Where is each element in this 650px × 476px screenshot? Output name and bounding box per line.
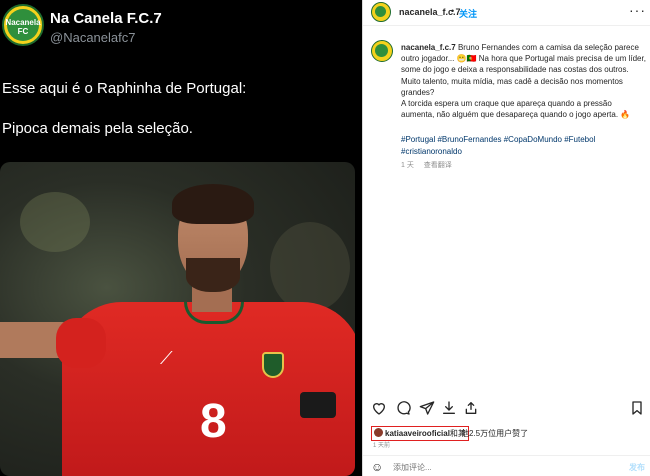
tweet-text-line-2: Pipoca demais pela seleção.	[2, 120, 193, 137]
follow-button[interactable]: 关注	[459, 7, 477, 20]
instagram-panel: nacanela_f.c.7 • 关注 ··· nacanela_f.c.7 B…	[362, 0, 650, 476]
player-sleeve	[56, 318, 106, 368]
link-icon[interactable]	[463, 400, 479, 416]
puma-logo-icon: ⟋	[160, 348, 173, 368]
caption-avatar[interactable]	[371, 40, 393, 62]
background-blur	[270, 222, 350, 312]
bookmark-icon[interactable]	[629, 400, 645, 416]
header-separator: •	[451, 6, 455, 16]
captain-armband	[300, 392, 336, 418]
player-hair	[172, 184, 254, 224]
post-comment-button[interactable]: 发布	[629, 462, 645, 473]
tweet-handle[interactable]: @Nacanelafc7	[50, 30, 135, 45]
post-time: 1 天前	[373, 443, 391, 449]
tweet-avatar[interactable]: Nacanela FC	[2, 4, 44, 46]
liker-avatar	[374, 428, 383, 437]
caption-hashtags[interactable]: #Portugal #BrunoFernandes #CopaDoMundo #…	[401, 134, 647, 157]
caption-username[interactable]: nacanela_f.c.7	[401, 43, 456, 52]
post-caption: nacanela_f.c.7 Bruno Fernandes com a cam…	[401, 42, 647, 120]
download-icon[interactable]	[441, 400, 457, 416]
heart-icon[interactable]	[371, 400, 387, 416]
player-photo[interactable]: ⟋ 8	[0, 162, 355, 476]
likes-count[interactable]: 他2.5万位用户赞了	[461, 428, 528, 439]
avatar-logo-text: Nacanela FC	[5, 18, 41, 36]
liker-username[interactable]: katiaaveirooficial	[385, 429, 450, 438]
player-jersey	[62, 302, 355, 476]
post-header: nacanela_f.c.7 • 关注 ···	[363, 0, 650, 26]
tweet-display-name[interactable]: Na Canela F.C.7	[50, 10, 162, 27]
post-actions	[363, 398, 650, 420]
header-avatar[interactable]	[371, 2, 391, 22]
comment-icon[interactable]	[395, 400, 411, 416]
tweet-text-line-1: Esse aqui é o Raphinha de Portugal:	[2, 80, 247, 97]
background-blur	[20, 192, 90, 252]
tweet-panel: Nacanela FC Na Canela F.C.7 @Nacanelafc7…	[0, 0, 362, 476]
tweet-header: Nacanela FC Na Canela F.C.7 @Nacanelafc7	[0, 0, 362, 70]
portugal-crest-icon	[262, 352, 284, 378]
comment-bar: ☺ 发布	[363, 455, 650, 476]
player-beard	[186, 258, 240, 292]
see-translation-link[interactable]: 查看翻译	[424, 162, 452, 169]
more-dots-icon[interactable]: ···	[629, 2, 646, 18]
comment-input[interactable]	[393, 461, 613, 473]
likes-highlight[interactable]: katiaaveirooficial和其	[371, 426, 469, 441]
share-icon[interactable]	[419, 400, 435, 416]
caption-time: 1 天	[401, 162, 414, 169]
caption-text-2: A torcida espera um craque que apareça q…	[401, 99, 631, 120]
caption-meta: 1 天 查看翻译	[401, 160, 460, 170]
smiley-icon[interactable]: ☺	[371, 460, 383, 474]
jersey-number: 8	[200, 395, 227, 448]
